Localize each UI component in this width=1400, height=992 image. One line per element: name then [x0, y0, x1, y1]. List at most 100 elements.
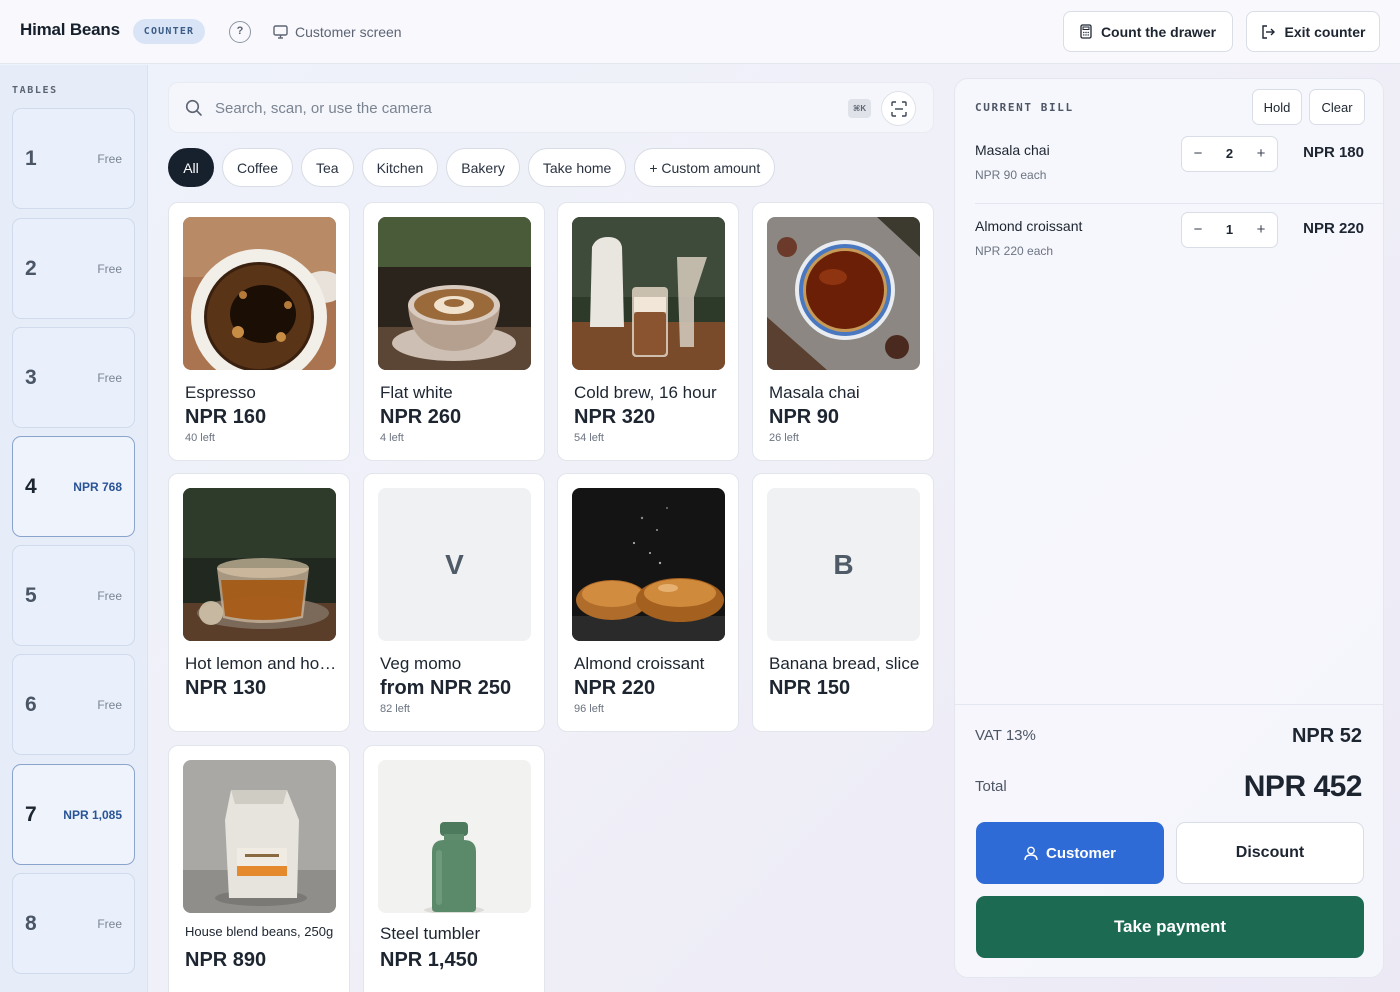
- chip-coffee[interactable]: Coffee: [222, 148, 293, 187]
- line-item-total: NPR 180: [1303, 144, 1364, 161]
- tables-title: TABLES: [12, 85, 58, 96]
- increase-quantity-button[interactable]: +: [1245, 137, 1277, 171]
- product-name: Hot lemon and honey: [185, 654, 337, 673]
- vat-label: VAT 13%: [975, 727, 1036, 744]
- totals-divider: [955, 704, 1383, 705]
- product-price: NPR 320: [574, 406, 656, 428]
- tumbler-photo: [378, 760, 531, 913]
- veg-momo-placeholder: V: [378, 488, 531, 641]
- table-number: 3: [25, 366, 37, 389]
- clear-button[interactable]: Clear: [1309, 89, 1365, 125]
- table-card-3[interactable]: 3 Free: [12, 327, 135, 428]
- chip-custom-amount[interactable]: + Custom amount: [634, 148, 776, 187]
- table-status: Free: [97, 917, 122, 931]
- scan-icon: [890, 100, 907, 117]
- masala-chai-photo: [767, 217, 920, 370]
- table-status: Free: [97, 262, 122, 276]
- table-number: 2: [25, 257, 37, 280]
- product-name: Steel tumbler: [380, 924, 481, 943]
- chip-tea[interactable]: Tea: [301, 148, 354, 187]
- product-stock: 96 left: [574, 703, 604, 715]
- product-card-masala-chai[interactable]: Masala chai NPR 90 26 left: [752, 202, 934, 461]
- table-card-8[interactable]: 8 Free: [12, 873, 135, 974]
- product-price: NPR 260: [380, 406, 462, 428]
- table-status: Free: [97, 698, 122, 712]
- table-card-4[interactable]: 4 NPR 768: [12, 436, 135, 537]
- bill-title: CURRENT BILL: [975, 101, 1074, 114]
- table-number: 7: [25, 803, 37, 826]
- product-name: Almond croissant: [574, 654, 705, 673]
- banana-bread-placeholder: B: [767, 488, 920, 641]
- product-card-steel-tumbler[interactable]: Steel tumbler NPR 1,450: [363, 745, 545, 992]
- product-card-house-blend[interactable]: House blend beans, 250g NPR 890: [168, 745, 350, 992]
- quantity-value: 2: [1225, 146, 1234, 161]
- product-name: Flat white: [380, 383, 453, 402]
- coffee-bag-photo: [183, 760, 336, 913]
- decrease-quantity-button[interactable]: −: [1182, 137, 1214, 171]
- product-name: Banana bread, slice: [769, 654, 920, 673]
- product-price: NPR 890: [185, 949, 267, 971]
- table-number: 5: [25, 584, 37, 607]
- line-item-unit-price: NPR 90 each: [975, 168, 1047, 182]
- quantity-stepper: − 1 +: [1181, 212, 1278, 248]
- product-name: Cold brew, 16 hour: [574, 383, 717, 402]
- increase-quantity-button[interactable]: +: [1245, 213, 1277, 247]
- product-price: NPR 130: [185, 677, 267, 699]
- table-status: NPR 768: [73, 480, 122, 494]
- quantity-value: 1: [1225, 222, 1234, 237]
- table-card-6[interactable]: 6 Free: [12, 654, 135, 755]
- table-card-2[interactable]: 2 Free: [12, 218, 135, 319]
- table-number: 1: [25, 147, 37, 170]
- exit-counter-button[interactable]: Exit counter: [1246, 11, 1380, 52]
- product-price: NPR 220: [574, 677, 656, 699]
- espresso-photo: [183, 217, 336, 370]
- shortcut-hint: ⌘K: [848, 99, 871, 118]
- hold-button[interactable]: Hold: [1252, 89, 1302, 125]
- product-card-cold-brew[interactable]: Cold brew, 16 hour NPR 320 54 left: [557, 202, 739, 461]
- category-chips: All Coffee Tea Kitchen Bakery Take home …: [168, 148, 776, 187]
- table-card-5[interactable]: 5 Free: [12, 545, 135, 646]
- table-number: 6: [25, 693, 37, 716]
- bill-line-item: Almond croissant NPR 220 each − 1 + NPR …: [955, 212, 1383, 288]
- placeholder-letter: B: [833, 548, 854, 580]
- search-input[interactable]: [215, 95, 835, 121]
- product-name: House blend beans, 250g: [185, 924, 334, 939]
- product-card-almond-croissant[interactable]: Almond croissant NPR 220 96 left: [557, 473, 739, 732]
- decrease-quantity-button[interactable]: −: [1182, 213, 1214, 247]
- product-name: Veg momo: [380, 654, 462, 673]
- table-card-1[interactable]: 1 Free: [12, 108, 135, 209]
- count-drawer-button[interactable]: Count the drawer: [1063, 11, 1233, 52]
- product-card-veg-momo[interactable]: V Veg momo from NPR 250 82 left: [363, 473, 545, 732]
- placeholder-letter: V: [445, 548, 464, 580]
- chip-all[interactable]: All: [168, 148, 214, 187]
- table-status: NPR 1,085: [63, 808, 122, 822]
- product-name: Masala chai: [769, 383, 860, 402]
- customer-button[interactable]: Customer: [976, 822, 1164, 884]
- brand-name: Himal Beans: [20, 20, 120, 39]
- cold-brew-photo: [572, 217, 725, 370]
- croissant-photo: [572, 488, 725, 641]
- discount-button[interactable]: Discount: [1176, 822, 1364, 884]
- product-card-espresso[interactable]: Espresso NPR 160 40 left: [168, 202, 350, 461]
- table-card-7[interactable]: 7 NPR 1,085: [12, 764, 135, 865]
- product-price: NPR 90: [769, 406, 840, 428]
- chip-bakery[interactable]: Bakery: [446, 148, 520, 187]
- camera-scan-button[interactable]: [881, 91, 916, 126]
- chip-take-home[interactable]: Take home: [527, 148, 627, 187]
- product-price: NPR 150: [769, 677, 851, 699]
- chip-kitchen[interactable]: Kitchen: [361, 148, 439, 187]
- line-item-unit-price: NPR 220 each: [975, 244, 1054, 258]
- customer-screen-button[interactable]: Customer screen: [273, 22, 402, 42]
- take-payment-button[interactable]: Take payment: [976, 896, 1364, 958]
- help-button[interactable]: ?: [229, 21, 251, 43]
- logout-icon: [1261, 24, 1275, 39]
- product-card-hot-lemon[interactable]: Hot lemon and honey NPR 130: [168, 473, 350, 732]
- product-stock: 82 left: [380, 703, 410, 715]
- product-card-banana-bread[interactable]: B Banana bread, slice NPR 150: [752, 473, 934, 732]
- top-bar: Himal Beans COUNTER ? Customer screen Co…: [0, 0, 1400, 64]
- customer-screen-label: Customer screen: [295, 24, 402, 40]
- product-card-flat-white[interactable]: Flat white NPR 260 4 left: [363, 202, 545, 461]
- product-stock: 26 left: [769, 432, 799, 444]
- line-item-divider: [975, 203, 1383, 204]
- user-icon: [1024, 846, 1038, 860]
